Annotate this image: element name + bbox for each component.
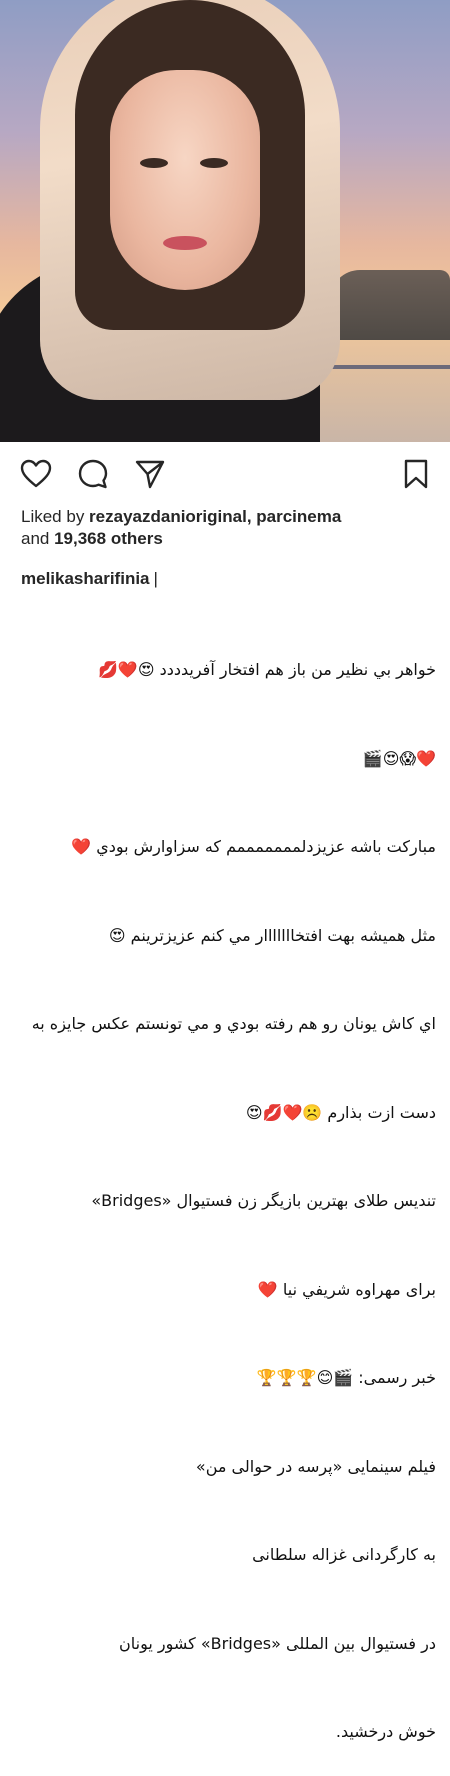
caption-line: دست ازت بذارم ☹️❤️💋😍	[245, 1102, 436, 1122]
post-caption: خواهر بي نظير من باز هم افتخار آفريدددد …	[0, 590, 450, 1776]
likes-summary: Liked by rezayazdanioriginal, parcinema …	[0, 506, 450, 550]
caption-line: در فستيوال بين المللی «Bridges» کشور يون…	[119, 1633, 436, 1653]
caption-line: فيلم سينمايی «پرسه در حوالی من»	[195, 1456, 436, 1476]
cursor-mark: |	[153, 569, 158, 588]
post-author: melikasharifinia |	[0, 550, 450, 590]
bookmark-icon[interactable]	[400, 458, 432, 490]
right-eye	[200, 158, 228, 168]
caption-line: اي کاش يونان رو هم رفته بودي و مي تونستم…	[31, 1014, 436, 1033]
liked-by-users[interactable]: rezayazdanioriginal, parcinema	[89, 507, 341, 526]
caption-line: مثل هميشه بهت افتخااااااار مي کنم عزيزتر…	[108, 925, 436, 945]
heart-icon[interactable]	[20, 458, 52, 490]
caption-line: خواهر بي نظير من باز هم افتخار آفريدددد …	[98, 660, 436, 679]
share-icon[interactable]	[134, 458, 166, 490]
caption-line: به کارگردانی غزاله سلطانی	[252, 1545, 436, 1564]
username-link[interactable]: melikasharifinia	[21, 569, 150, 588]
caption-line: ❤️😱😍🎬	[362, 748, 436, 768]
lips	[163, 236, 207, 250]
caption-line: برای مهراوه شريفي نيا ❤️	[257, 1279, 436, 1299]
caption-line: خوش درخشيد.	[335, 1722, 436, 1741]
comment-icon[interactable]	[77, 458, 109, 490]
caption-line: مبارکت باشه عزيزدلمممممممم که سزاوارش بو…	[71, 837, 436, 856]
caption-line: تنديس طلای بهترين بازيگر زن فستيوال «Bri…	[91, 1191, 436, 1210]
likes-count[interactable]: 19,368 others	[54, 529, 163, 548]
background-trees	[330, 270, 450, 340]
post-photo[interactable]	[0, 0, 450, 442]
likes-and-label: and	[21, 529, 55, 548]
liked-by-label: Liked by	[21, 507, 90, 526]
left-eye	[140, 158, 168, 168]
face	[110, 70, 260, 290]
caption-line: خبر رسمی: 🎬😊🏆🏆🏆	[256, 1368, 436, 1387]
action-bar	[0, 442, 450, 506]
